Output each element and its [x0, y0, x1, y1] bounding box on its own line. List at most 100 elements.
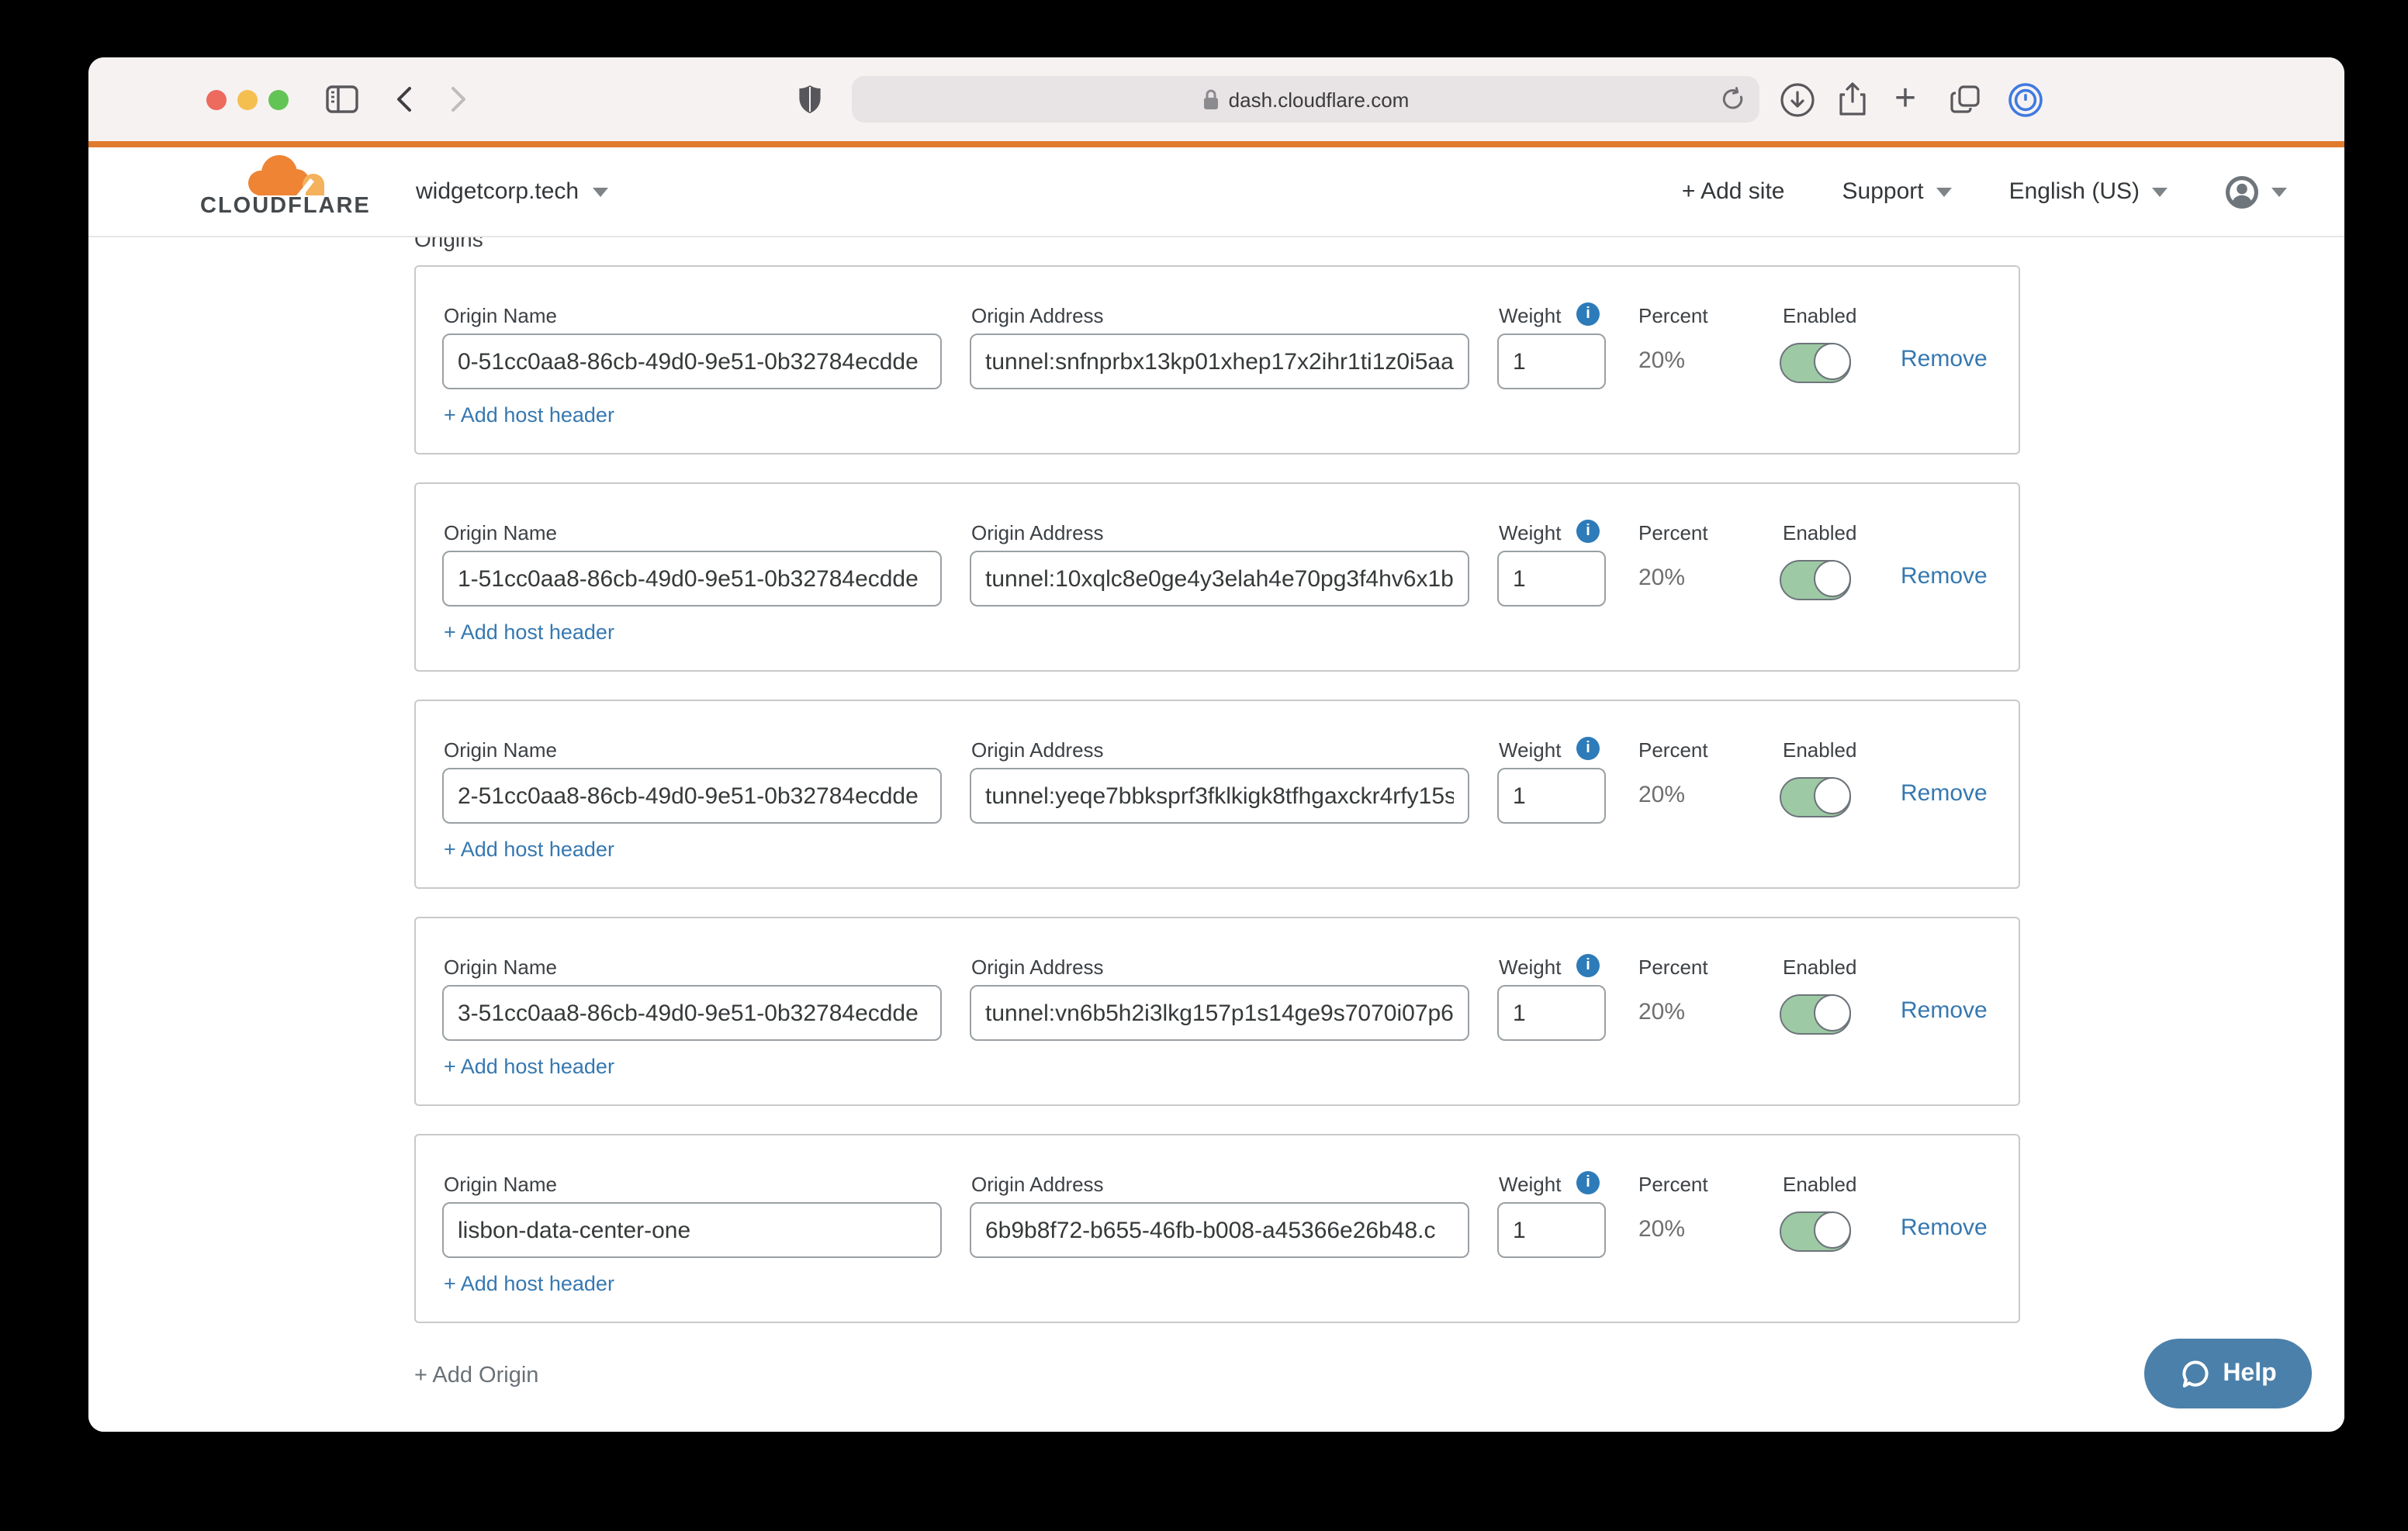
- chevron-right-icon: [450, 85, 467, 113]
- add-host-header-link[interactable]: + Add host header: [444, 1055, 614, 1078]
- chevron-down-icon: [1936, 187, 1952, 196]
- weight-input[interactable]: [1497, 1202, 1606, 1258]
- info-icon[interactable]: i: [1576, 1171, 1600, 1194]
- weight-input[interactable]: [1497, 551, 1606, 607]
- zone-selector[interactable]: widgetcorp.tech: [416, 147, 608, 236]
- remove-button[interactable]: Remove: [1901, 346, 1988, 372]
- plus-icon: +: [1894, 81, 1916, 118]
- remove-button[interactable]: Remove: [1901, 1215, 1988, 1241]
- close-window-button[interactable]: [206, 89, 227, 109]
- reload-icon: [1721, 87, 1745, 112]
- tab-overview-button[interactable]: [1949, 57, 1983, 141]
- origin-address-input[interactable]: [970, 551, 1469, 607]
- screen: dash.cloudflare.com: [0, 0, 2408, 1531]
- origin-address-input[interactable]: [970, 334, 1469, 389]
- window-controls: [206, 89, 289, 109]
- enabled-toggle[interactable]: [1780, 1211, 1851, 1252]
- percent-value: 20%: [1638, 347, 1685, 374]
- origin-card: Origin Name Origin Address Weight i Perc…: [414, 1134, 2020, 1323]
- privacy-shield-button[interactable]: [797, 57, 822, 141]
- onepassword-extension-button[interactable]: [2008, 57, 2043, 141]
- enabled-toggle[interactable]: [1780, 343, 1851, 383]
- address-bar[interactable]: dash.cloudflare.com: [852, 76, 1759, 123]
- remove-button[interactable]: Remove: [1901, 997, 1988, 1024]
- origin-name-input[interactable]: [442, 1202, 942, 1258]
- header-actions: + Add site Support English (US): [1682, 147, 2287, 236]
- minimize-window-button[interactable]: [237, 89, 258, 109]
- browser-toolbar: dash.cloudflare.com: [88, 57, 2344, 141]
- add-site-button[interactable]: + Add site: [1682, 178, 1785, 205]
- origin-card: Origin Name Origin Address Weight i Perc…: [414, 917, 2020, 1106]
- enabled-label: Enabled: [1783, 956, 1856, 979]
- help-button-label: Help: [2223, 1360, 2276, 1388]
- add-site-label: + Add site: [1682, 178, 1785, 205]
- onepassword-icon: [2008, 81, 2043, 117]
- toggle-knob: [1814, 559, 1851, 596]
- origin-name-input[interactable]: [442, 985, 942, 1041]
- weight-label: Weight: [1499, 521, 1561, 544]
- percent-label: Percent: [1638, 956, 1708, 979]
- weight-label: Weight: [1499, 956, 1561, 979]
- origin-card: Origin Name Origin Address Weight i Perc…: [414, 265, 2020, 454]
- reload-button[interactable]: [1721, 87, 1745, 112]
- share-icon: [1837, 81, 1868, 118]
- chevron-left-icon: [396, 85, 413, 113]
- origin-address-label: Origin Address: [971, 956, 1104, 979]
- back-button[interactable]: [396, 57, 413, 141]
- origin-name-label: Origin Name: [444, 738, 557, 762]
- language-menu[interactable]: English (US): [2009, 178, 2168, 205]
- origin-name-label: Origin Name: [444, 1173, 557, 1196]
- info-icon[interactable]: i: [1576, 737, 1600, 760]
- percent-value: 20%: [1638, 782, 1685, 808]
- dashboard-header: CLOUDFLARE widgetcorp.tech + Add site Su…: [88, 147, 2344, 237]
- cloudflare-wordmark: CLOUDFLARE: [200, 194, 365, 219]
- cloudflare-logo[interactable]: CLOUDFLARE: [200, 154, 365, 219]
- forward-button[interactable]: [450, 57, 467, 141]
- origin-card: Origin Name Origin Address Weight i Perc…: [414, 700, 2020, 889]
- add-origin-link[interactable]: + Add Origin: [414, 1363, 538, 1388]
- shield-icon: [797, 84, 822, 115]
- downloads-button[interactable]: [1780, 57, 1815, 141]
- new-tab-button[interactable]: +: [1894, 57, 1916, 141]
- percent-label: Percent: [1638, 738, 1708, 762]
- remove-button[interactable]: Remove: [1901, 563, 1988, 589]
- toggle-knob: [1814, 776, 1851, 814]
- add-host-header-link[interactable]: + Add host header: [444, 838, 614, 861]
- percent-label: Percent: [1638, 1173, 1708, 1196]
- info-icon[interactable]: i: [1576, 954, 1600, 977]
- chat-bubble-icon: [2179, 1358, 2210, 1389]
- weight-label: Weight: [1499, 1173, 1561, 1196]
- weight-input[interactable]: [1497, 985, 1606, 1041]
- weight-input[interactable]: [1497, 768, 1606, 824]
- tabs-icon: [1949, 82, 1983, 116]
- toggle-knob: [1814, 342, 1851, 379]
- info-icon[interactable]: i: [1576, 520, 1600, 543]
- percent-label: Percent: [1638, 521, 1708, 544]
- origin-address-label: Origin Address: [971, 521, 1104, 544]
- origin-name-input[interactable]: [442, 551, 942, 607]
- add-host-header-link[interactable]: + Add host header: [444, 403, 614, 427]
- share-button[interactable]: [1837, 57, 1868, 141]
- weight-label: Weight: [1499, 738, 1561, 762]
- origin-address-input[interactable]: [970, 768, 1469, 824]
- origin-address-input[interactable]: [970, 985, 1469, 1041]
- origin-name-input[interactable]: [442, 334, 942, 389]
- account-menu-button[interactable]: [2225, 175, 2287, 209]
- help-button[interactable]: Help: [2144, 1339, 2312, 1408]
- enabled-toggle[interactable]: [1780, 560, 1851, 600]
- origin-address-input[interactable]: [970, 1202, 1469, 1258]
- zoom-window-button[interactable]: [268, 89, 289, 109]
- enabled-toggle[interactable]: [1780, 994, 1851, 1035]
- enabled-label: Enabled: [1783, 521, 1856, 544]
- chevron-down-icon: [593, 187, 608, 196]
- support-menu[interactable]: Support: [1842, 178, 1952, 205]
- origin-name-input[interactable]: [442, 768, 942, 824]
- info-icon[interactable]: i: [1576, 302, 1600, 326]
- origin-name-label: Origin Name: [444, 304, 557, 327]
- remove-button[interactable]: Remove: [1901, 780, 1988, 807]
- sidebar-toggle-button[interactable]: [326, 57, 358, 141]
- enabled-toggle[interactable]: [1780, 777, 1851, 817]
- add-host-header-link[interactable]: + Add host header: [444, 1272, 614, 1295]
- add-host-header-link[interactable]: + Add host header: [444, 620, 614, 644]
- weight-input[interactable]: [1497, 334, 1606, 389]
